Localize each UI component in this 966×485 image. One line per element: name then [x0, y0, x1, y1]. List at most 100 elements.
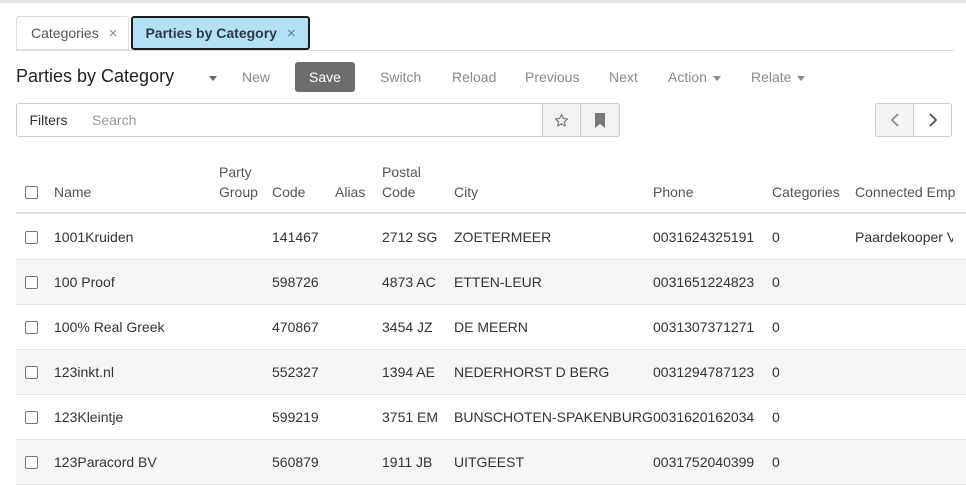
cell-connected-employee — [855, 395, 953, 439]
column-header-code[interactable]: Code — [272, 182, 305, 202]
table-row[interactable]: 123Paracord BV 560879 1911 JB UITGEEST 0… — [16, 440, 966, 485]
star-icon — [554, 113, 569, 127]
cell-postal-code: 3751 EM — [382, 409, 439, 425]
column-header-categories[interactable]: Categories — [772, 182, 840, 202]
row-checkbox[interactable] — [25, 321, 38, 334]
chevron-down-icon — [209, 75, 217, 81]
cell-phone: 0031307371271 — [653, 319, 755, 335]
tab-divider — [16, 50, 954, 51]
cell-phone: 0031620162034 — [653, 409, 755, 425]
row-checkbox[interactable] — [25, 366, 38, 379]
cell-postal-code: 4873 AC — [382, 274, 436, 290]
chevron-down-icon — [712, 75, 721, 81]
column-header-alias[interactable]: Alias — [335, 182, 365, 202]
bookmark-button[interactable] — [581, 103, 620, 137]
cell-postal-code: 1911 JB — [382, 454, 433, 470]
toolbar: Parties by Category New Save Switch Relo… — [16, 62, 956, 92]
chevron-down-icon — [797, 75, 806, 81]
cell-categories: 0 — [772, 364, 780, 380]
star-button[interactable] — [542, 103, 581, 137]
table-row[interactable]: 1001Kruiden 141467 2712 SG ZOETERMEER 00… — [16, 215, 966, 260]
column-header-connected-employee[interactable]: Connected Emp — [855, 182, 955, 202]
action-menu-button[interactable]: Action — [668, 62, 721, 92]
cell-code: 598726 — [272, 274, 319, 290]
cell-categories: 0 — [772, 274, 780, 290]
cell-name: 1001Kruiden — [54, 229, 134, 245]
cell-name: 123inkt.nl — [54, 364, 114, 380]
cell-phone: 0031624325191 — [653, 229, 755, 245]
cell-connected-employee — [855, 350, 953, 394]
cell-city: ETTEN-LEUR — [454, 274, 542, 290]
previous-page-button[interactable] — [875, 103, 914, 137]
cell-phone: 0031651224823 — [653, 274, 755, 290]
chevron-left-icon — [890, 113, 899, 127]
cell-city: DE MEERN — [454, 319, 528, 335]
column-header-postal-code[interactable]: Postal Code — [382, 162, 421, 202]
previous-button[interactable]: Previous — [525, 62, 579, 92]
cell-city: NEDERHORST D BERG — [454, 364, 610, 380]
cell-categories: 0 — [772, 229, 780, 245]
page-title: Parties by Category — [16, 66, 175, 86]
tab-parties-by-category[interactable]: Parties by Category × — [131, 16, 310, 50]
row-checkbox[interactable] — [25, 231, 38, 244]
tab-categories[interactable]: Categories × — [16, 16, 130, 50]
cell-code: 470867 — [272, 319, 319, 335]
search-input[interactable] — [80, 103, 543, 137]
title-menu-button[interactable] — [204, 68, 222, 88]
cell-code: 599219 — [272, 409, 319, 425]
cell-code: 141467 — [272, 229, 319, 245]
tab-bar: Categories × Parties by Category × — [16, 16, 312, 50]
cell-connected-employee — [855, 260, 953, 304]
next-button[interactable]: Next — [609, 62, 638, 92]
table-row[interactable]: 123inkt.nl 552327 1394 AE NEDERHORST D B… — [16, 350, 966, 395]
cell-phone: 0031752040399 — [653, 454, 755, 470]
filters-button[interactable]: Filters — [16, 103, 81, 137]
new-button[interactable]: New — [242, 62, 270, 92]
select-all-checkbox[interactable] — [25, 186, 38, 199]
top-border — [0, 0, 966, 3]
close-icon[interactable]: × — [287, 26, 296, 41]
close-icon[interactable]: × — [109, 26, 118, 41]
chevron-right-icon — [928, 113, 937, 127]
table-row[interactable]: 100 Proof 598726 4873 AC ETTEN-LEUR 0031… — [16, 260, 966, 305]
switch-button[interactable]: Switch — [380, 62, 421, 92]
column-header-name[interactable]: Name — [54, 182, 91, 202]
row-checkbox[interactable] — [25, 456, 38, 469]
cell-postal-code: 1394 AE — [382, 364, 435, 380]
column-header-phone[interactable]: Phone — [653, 182, 693, 202]
cell-postal-code: 3454 JZ — [382, 319, 433, 335]
cell-code: 552327 — [272, 364, 319, 380]
table-row[interactable]: 100% Real Greek 470867 3454 JZ DE MEERN … — [16, 305, 966, 350]
cell-categories: 0 — [772, 319, 780, 335]
tab-label: Categories — [31, 25, 99, 41]
cell-name: 123Paracord BV — [54, 454, 157, 470]
cell-name: 100% Real Greek — [54, 319, 165, 335]
tab-label: Parties by Category — [145, 25, 277, 41]
column-header-party-group[interactable]: Party Group — [219, 162, 258, 202]
row-checkbox[interactable] — [25, 276, 38, 289]
action-label: Action — [668, 69, 707, 85]
table-row[interactable]: 123Kleintje 599219 3751 EM BUNSCHOTEN-SP… — [16, 395, 966, 440]
cell-name: 123Kleintje — [54, 409, 124, 425]
save-button[interactable]: Save — [295, 62, 355, 92]
table-header: Name Party Group Code Alias Postal Code … — [16, 158, 966, 214]
row-checkbox[interactable] — [25, 411, 38, 424]
cell-city: ZOETERMEER — [454, 229, 552, 245]
relate-menu-button[interactable]: Relate — [751, 62, 806, 92]
bookmark-icon — [595, 112, 605, 128]
cell-connected-employee: Paardekooper V — [855, 229, 953, 245]
cell-name: 100 Proof — [54, 274, 115, 290]
next-page-button[interactable] — [913, 103, 952, 137]
cell-connected-employee — [855, 305, 953, 349]
cell-code: 560879 — [272, 454, 319, 470]
cell-city: BUNSCHOTEN-SPAKENBURG — [454, 409, 653, 425]
reload-button[interactable]: Reload — [452, 62, 496, 92]
cell-categories: 0 — [772, 409, 780, 425]
cell-connected-employee — [855, 440, 953, 484]
cell-city: UITGEEST — [454, 454, 525, 470]
relate-label: Relate — [751, 69, 792, 85]
cell-phone: 0031294787123 — [653, 364, 755, 380]
column-header-city[interactable]: City — [454, 182, 478, 202]
cell-categories: 0 — [772, 454, 780, 470]
cell-postal-code: 2712 SG — [382, 229, 438, 245]
